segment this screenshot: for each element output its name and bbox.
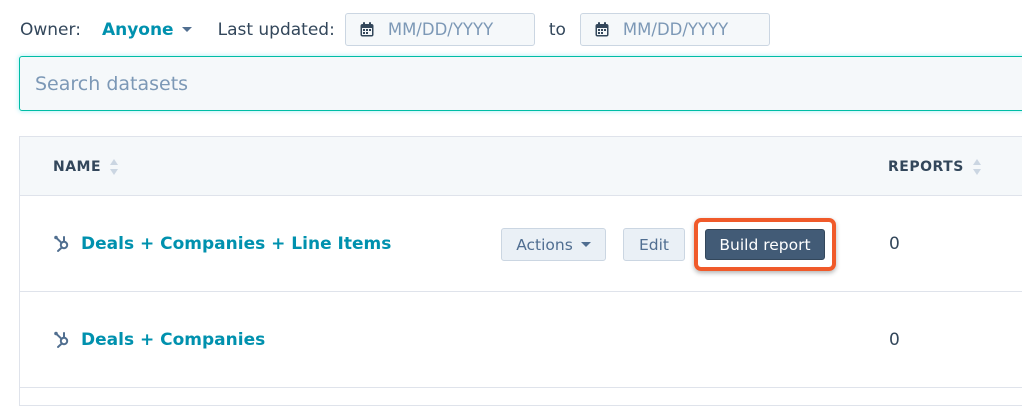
build-report-label: Build report [719, 235, 811, 254]
dataset-icon [53, 331, 71, 349]
reports-count: 0 [889, 234, 900, 254]
table-row: Deals + Companies + Line Items Actions E… [20, 196, 1022, 292]
table-row: Deals + Companies 0 [20, 292, 1022, 388]
search-box [19, 56, 1022, 111]
table-header: NAME REPORTS [20, 137, 1022, 196]
column-header-reports[interactable]: REPORTS [888, 137, 982, 196]
owner-value: Anyone [101, 19, 174, 40]
edit-button-label: Edit [638, 235, 670, 254]
sort-icon [972, 158, 982, 176]
actions-dropdown-button[interactable]: Actions [501, 228, 606, 261]
last-updated-label: Last updated: [217, 19, 335, 40]
name-cell: Deals + Companies [53, 292, 265, 388]
date-from-input[interactable]: MM/DD/YYYY [344, 13, 535, 46]
build-report-button[interactable]: Build report [705, 229, 825, 260]
date-from-placeholder: MM/DD/YYYY [387, 20, 494, 39]
datasets-table: NAME REPORTS Deals + Companies + Line It… [19, 136, 1022, 406]
calendar-icon [360, 22, 374, 37]
sort-icon [109, 158, 119, 176]
filter-bar: Owner: Anyone Last updated: MM/DD/YYYY t… [20, 13, 770, 46]
name-cell: Deals + Companies + Line Items [53, 196, 391, 292]
search-input[interactable] [35, 72, 1022, 95]
dataset-icon [53, 235, 71, 253]
dataset-name-link[interactable]: Deals + Companies [81, 330, 265, 350]
dataset-name-link[interactable]: Deals + Companies + Line Items [81, 234, 391, 254]
column-header-reports-label: REPORTS [888, 158, 964, 175]
owner-label: Owner: [20, 19, 81, 40]
to-label: to [548, 19, 566, 40]
date-to-placeholder: MM/DD/YYYY [622, 20, 729, 39]
reports-count: 0 [889, 330, 900, 350]
edit-button[interactable]: Edit [623, 228, 685, 261]
actions-button-label: Actions [516, 235, 573, 254]
chevron-down-icon [580, 242, 591, 247]
owner-dropdown[interactable]: Anyone [102, 20, 192, 40]
date-to-input[interactable]: MM/DD/YYYY [579, 13, 770, 46]
chevron-down-icon [181, 27, 192, 32]
column-header-name-label: NAME [53, 158, 102, 175]
calendar-icon [595, 22, 609, 37]
column-header-name[interactable]: NAME [53, 137, 119, 196]
